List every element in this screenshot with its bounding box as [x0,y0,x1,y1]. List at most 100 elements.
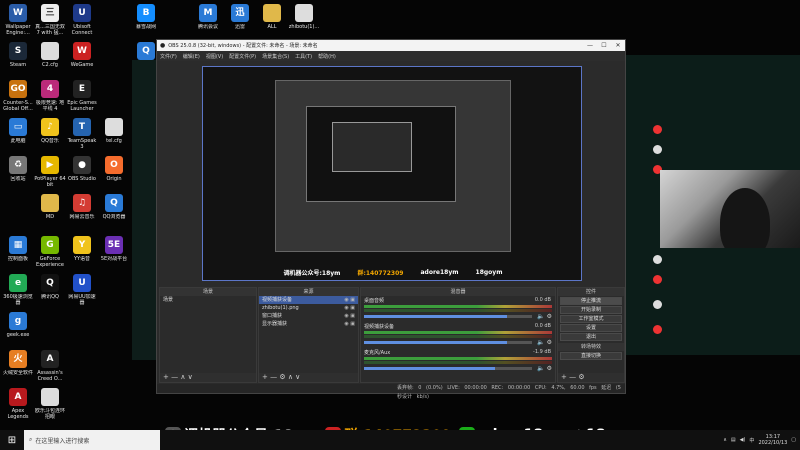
app-icon: 5E [105,236,123,254]
desktop-icon[interactable]: A Assassin's Creed O... [34,350,66,382]
desktop-icon[interactable]: MD [34,194,66,220]
source-item[interactable]: 视频捕获设备 ◉ ▣ [259,296,358,304]
maximize-button[interactable]: ☐ [597,42,611,49]
menu-file[interactable]: 文件(F) [160,53,177,60]
minimize-button[interactable]: — [583,42,597,49]
desktop-icon[interactable]: Y YY语音 [66,236,98,262]
menu-profile[interactable]: 配置文件(P) [229,53,256,60]
notification-icon[interactable]: ▢ [791,437,796,443]
desktop-icon[interactable]: M 腾讯会议 [192,4,224,30]
studio-mode-button[interactable]: 工作室模式 [560,315,622,323]
obs-window[interactable]: ● OBS 25.0.8 (32-bit, windows) - 配置文件: 未… [156,39,626,400]
level-meter [364,305,552,308]
volume-icon[interactable]: ◀) [740,437,746,443]
desktop-icon[interactable]: W Wallpaper Engine:... [2,4,34,36]
menu-view[interactable]: 视图(V) [206,53,223,60]
status-live: LIVE: 00:00:00 [447,385,487,391]
desktop-icon[interactable]: S Steam [2,42,34,68]
system-tray: ∧ ▤ ◀) 中 13:17 2022/10/13 ▢ [723,430,796,450]
desktop-icon[interactable]: 欧乐斗包连环招眼 [34,388,66,420]
obs-titlebar[interactable]: ● OBS 25.0.8 (32-bit, windows) - 配置文件: 未… [157,40,625,51]
desktop-icon[interactable]: A Apex Legends [2,388,34,420]
tray-chevron-icon[interactable]: ∧ [723,437,727,443]
desktop-icon-label: 网易UU加速器 [68,294,96,306]
level-meter [364,335,552,338]
desktop-icon[interactable]: T TeamSpeak 3 [66,118,98,150]
preview-canvas[interactable]: 调机器公众号:18ym 群:140772309 adore18ym 18goym [202,66,582,281]
mixer-header: 混音器 [361,288,555,296]
menu-edit[interactable]: 编辑(E) [183,53,200,60]
desktop-icon[interactable]: ▦ 控制面板 [2,236,34,262]
desktop-icon[interactable]: G GeForce Experience [34,236,66,268]
desktop-icon[interactable]: 4 极限竞速: 地平线 4 [34,80,66,112]
channel-controls[interactable]: 🔈 ⚙ [537,313,552,320]
desktop-icon[interactable]: 三真...三国无双7 with 猛... [34,4,66,36]
taskbar-search[interactable]: ⌕ 在这里输入进行搜索 [24,430,160,450]
desktop-icon[interactable]: Q QQ浏览器 [98,194,130,220]
desktop-icon-label: Origin [106,176,122,182]
desktop-icon[interactable]: 火火绒安全软件 [2,350,34,376]
volume-slider[interactable] [364,341,532,344]
clock[interactable]: 13:17 2022/10/13 [758,434,787,446]
ime-icon[interactable]: 中 [749,437,754,444]
desktop-icon[interactable]: ♻ 回收站 [2,156,34,182]
app-icon: Y [73,236,91,254]
app-icon: W [9,4,27,22]
volume-slider[interactable] [364,367,532,370]
menu-help[interactable]: 帮助(H) [318,53,336,60]
desktop-icon-label: 火绒安全软件 [2,370,33,376]
channel-name: 视频捕获设备 [364,324,395,330]
desktop-icon-label: Ubisoft Connect [71,24,93,36]
desktop-icon[interactable]: Q 腾讯QQ [34,274,66,300]
desktop-icon[interactable]: ♫ 网易云音乐 [66,194,98,220]
transitions-toolbar[interactable]: + — ⚙ [558,373,624,382]
desktop-icon[interactable]: tel.cfg [98,118,130,144]
exit-button[interactable]: 退出 [560,333,622,341]
desktop-icon[interactable]: ● OBS Studio [66,156,98,182]
desktop-icon-label: 控制面板 [7,256,28,262]
desktop-icon[interactable]: E Epic Games Launcher [66,80,98,112]
desktop-icon[interactable]: GO Counter-S... Global Off... [2,80,34,112]
scene-item[interactable]: 场景 [160,296,256,304]
desktop-icon[interactable]: e 360极速浏览器 [2,274,34,306]
desktop-icon[interactable]: ♪ QQ音乐 [34,118,66,144]
preview-banner-group: 群:140772309 [357,270,404,277]
sources-toolbar[interactable]: + — ⚙ ∧ ∨ [259,373,358,382]
desktop-icon[interactable]: U Ubisoft Connect [66,4,98,36]
desktop-icon[interactable]: 5E 5E对战平台 [98,236,130,262]
desktop-icon[interactable]: U 网易UU加速器 [66,274,98,306]
desktop-icon-label: QQ音乐 [41,138,59,144]
desktop-icon[interactable]: zhibotu(1)... [288,4,320,30]
desktop-icon[interactable]: 迅迅雷 [224,4,256,30]
desktop-icon[interactable]: B 暴雪战网 [130,4,162,30]
channel-db: -1.9 dB [533,349,551,355]
mixer-dock: 混音器 桌面音频 0.0 dB 🔈 ⚙ 视频捕获设备 0.0 dB 🔈 ⚙ 麦克风/Aux -… [360,287,556,383]
source-item[interactable]: 窗口捕获 ◉ ▣ [259,312,358,320]
source-item[interactable]: zhibotu(1).png ◉ ▣ [259,304,358,312]
app-icon [41,42,59,60]
sources-dock: 来源 视频捕获设备 ◉ ▣ zhibotu(1).png ◉ ▣ 窗口捕获 ◉ ▣ 显… [258,287,359,383]
desktop-icon[interactable]: ▭ 此电脑 [2,118,34,144]
settings-button[interactable]: 设置 [560,324,622,332]
menu-tools[interactable]: 工具(T) [295,53,312,60]
desktop-icon[interactable]: ALL [256,4,288,30]
sidebar-dot-icon [653,145,662,154]
close-button[interactable]: ✕ [611,42,625,49]
network-icon[interactable]: ▤ [731,437,736,443]
scenes-toolbar[interactable]: + — ∧ ∨ [160,373,256,382]
desktop-icon[interactable]: W WeGame [66,42,98,68]
menu-scene-collection[interactable]: 场景集合(S) [262,53,289,60]
source-item[interactable]: 显示器捕获 ◉ ▣ [259,320,358,328]
desktop-icon[interactable]: O Origin [98,156,130,182]
channel-controls[interactable]: 🔈 ⚙ [537,339,552,346]
start-recording-button[interactable]: 开始录制 [560,306,622,314]
desktop-icon[interactable]: g geek.exe [2,312,34,338]
channel-controls[interactable]: 🔈 ⚙ [537,365,552,372]
stop-streaming-button[interactable]: 停止推流 [560,297,622,305]
status-dropped: 丢弃帧: 0 (0.0%) [397,385,443,391]
volume-slider[interactable] [364,315,532,318]
transition-select[interactable]: 直接切换 [560,352,622,360]
desktop-icon[interactable]: C2.cfg [34,42,66,68]
start-button[interactable]: ⊞ [0,430,24,450]
desktop-icon[interactable]: ▶ PotPlayer 64 bit [34,156,66,188]
